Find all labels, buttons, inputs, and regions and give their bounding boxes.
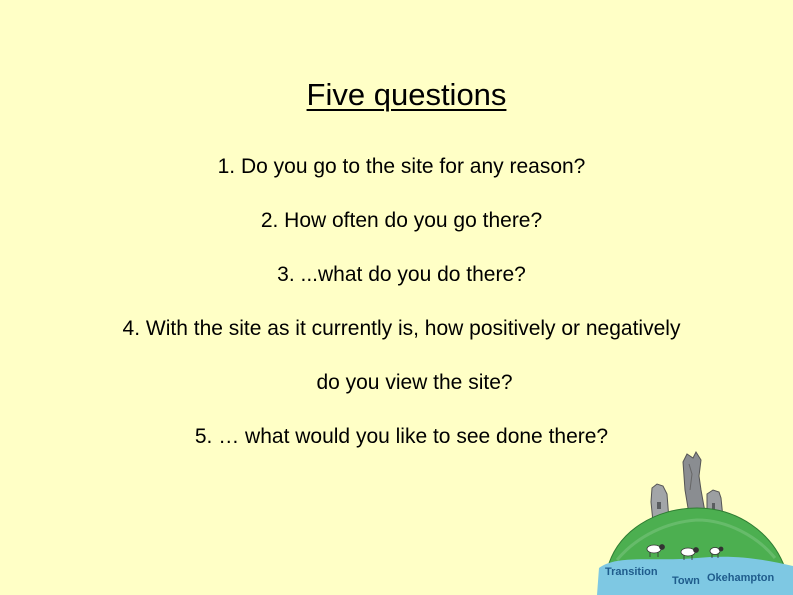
logo-word-transition: Transition: [605, 566, 658, 578]
logo-word-town: Town: [672, 575, 700, 587]
question-4-line-1: 4. With the site as it currently is, how…: [122, 317, 681, 340]
question-5: 5. … what would you like to see done the…: [194, 425, 609, 448]
transition-town-okehampton-logo: Transition Town Okehampton: [597, 450, 793, 595]
question-1: 1. Do you go to the site for any reason?: [217, 155, 586, 178]
slide-title: Five questions: [306, 77, 507, 112]
question-3: 3. ...what do you do there?: [277, 263, 526, 286]
logo-word-okehampton: Okehampton: [707, 572, 775, 584]
question-2: 2. How often do you go there?: [260, 209, 543, 232]
slide: Five questions 1. Do you go to the site …: [0, 0, 793, 595]
question-4-line-2: do you view the site?: [316, 371, 513, 394]
